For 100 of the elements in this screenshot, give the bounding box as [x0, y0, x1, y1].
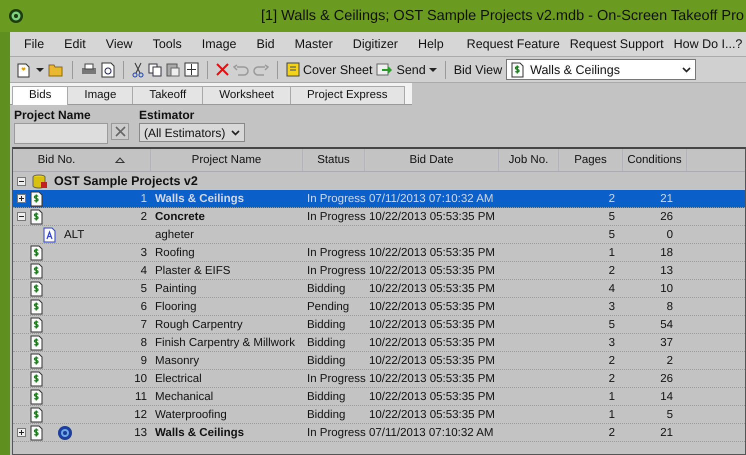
menu-item[interactable]: Tools: [142, 37, 192, 51]
bid-row[interactable]: 2 Concrete In Progress 10/22/2013 05:53:35 PM 5 26: [13, 208, 745, 226]
conditions-cell-text: 18: [659, 246, 674, 258]
bid-date-cell-text: 10/22/2013 05:53:35 PM: [368, 372, 496, 384]
bid-row[interactable]: 1 Walls & Ceilings In Progress 07/11/2013 07:10:32 AM 2 21: [13, 190, 745, 208]
bid-row[interactable]: 3 Roofing In Progress 10/22/2013 05:53:35 PM 1 18: [13, 244, 745, 262]
expand-icon[interactable]: [17, 428, 26, 437]
help-menu-link[interactable]: How Do I...?: [668, 37, 746, 51]
project-name-field[interactable]: [14, 123, 108, 144]
bid-date-cell-text: 10/22/2013 05:53:35 PM: [368, 336, 496, 348]
bid-number: 5: [140, 282, 148, 294]
pages-cell-text: 5: [608, 318, 616, 330]
bid-number: 4: [140, 264, 148, 276]
project-name-cell-text: Walls & Ceilings: [154, 426, 246, 438]
dollar-document-icon: [30, 244, 43, 260]
project-name-cell-text: Roofing: [154, 246, 196, 258]
tab[interactable]: Takeoff: [132, 86, 204, 104]
pages-cell-text: 1: [608, 246, 616, 258]
column-header[interactable]: Job No.: [499, 149, 559, 171]
menu-item[interactable]: View: [96, 37, 143, 51]
bid-number: 11: [135, 390, 148, 402]
menu-item[interactable]: File: [14, 37, 54, 51]
bid-row[interactable]: 5 Painting Bidding 10/22/2013 05:53:35 PM 4 10: [13, 280, 745, 298]
conditions-cell-text: 54: [659, 318, 674, 330]
bid-row[interactable]: 11 Mechanical Bidding 10/22/2013 05:53:35 PM 1 14: [13, 388, 745, 406]
new-document-icon[interactable]: [16, 62, 32, 78]
conditions-cell-text: 37: [659, 336, 674, 348]
dollar-document-icon: [30, 424, 43, 440]
caret-icon[interactable]: [36, 66, 44, 72]
send-arrow-icon: [376, 62, 394, 77]
column-header[interactable]: Pages: [559, 149, 623, 171]
collapse-icon[interactable]: [17, 176, 26, 186]
pages-cell-text: 2: [608, 372, 616, 384]
help-menu-link[interactable]: Request Feature: [462, 37, 565, 51]
status-cell-text: Bidding: [306, 282, 346, 294]
conditions-cell-text: 5: [666, 408, 674, 420]
copy-icon[interactable]: [148, 62, 162, 76]
scissors-icon[interactable]: [132, 62, 144, 78]
printer-icon[interactable]: [81, 62, 97, 76]
project-name-cell-text: Electrical: [154, 372, 203, 384]
status-cell-text: Bidding: [306, 408, 346, 420]
column-header[interactable]: Bid Date: [365, 149, 499, 171]
bid-number: 10: [134, 372, 148, 384]
bid-row[interactable]: 8 Finish Carpentry & Millwork Bidding 10/22/2013 05:53:35 PM 3 37: [13, 334, 745, 352]
column-header[interactable]: Project Name: [151, 149, 303, 171]
bid-row[interactable]: 7 Rough Carpentry Bidding 10/22/2013 05:53:35 PM 5 54: [13, 316, 745, 334]
tab[interactable]: Image: [67, 86, 134, 104]
pages-cell-text: 5: [608, 228, 616, 240]
close-icon: [114, 126, 126, 137]
bid-row[interactable]: 9 Masonry Bidding 10/22/2013 05:53:35 PM 2 2: [13, 352, 745, 370]
alternate-document-icon: [43, 226, 56, 242]
column-header[interactable]: Status: [303, 149, 365, 171]
print-preview-icon[interactable]: [101, 62, 115, 78]
status-cell-text: In Progress: [306, 426, 365, 438]
dollar-document-icon: [30, 262, 43, 278]
clear-button[interactable]: [111, 123, 129, 140]
dollar-document-icon: [30, 208, 43, 224]
dollar-document-icon: [30, 388, 43, 404]
expand-icon[interactable]: [17, 194, 26, 203]
pages-cell-text: 1: [608, 408, 616, 420]
bid-row[interactable]: ALT agheter 5 0: [13, 226, 745, 244]
menu-item[interactable]: Help: [408, 37, 454, 51]
pages-cell-text: 2: [608, 354, 616, 366]
dollar-document-icon: [30, 280, 43, 296]
project-name-cell-text: Concrete: [154, 210, 206, 222]
project-name-cell-text: Rough Carpentry: [154, 318, 244, 330]
send-button[interactable]: Send: [376, 62, 437, 77]
bid-row[interactable]: 12 Waterproofing Bidding 10/22/2013 05:53:35 PM 1 5: [13, 406, 745, 424]
bid-date-cell-text: 10/22/2013 05:53:35 PM: [368, 282, 496, 294]
bid-number: 3: [140, 246, 148, 258]
conditions-cell-text: 14: [659, 390, 674, 402]
column-header[interactable]: Bid No.: [13, 149, 151, 171]
tab[interactable]: Project Express: [290, 86, 405, 104]
collapse-icon[interactable]: [17, 212, 26, 221]
menu-item[interactable]: Edit: [54, 37, 96, 51]
menu-item[interactable]: Digitizer: [342, 37, 408, 51]
menu-item[interactable]: Master: [284, 37, 343, 51]
column-header[interactable]: Conditions: [623, 149, 687, 171]
menu-item[interactable]: Image: [192, 37, 247, 51]
cover-sheet-button[interactable]: Cover Sheet: [286, 62, 372, 77]
paste-icon[interactable]: [166, 62, 180, 77]
bid-row[interactable]: 6 Flooring Pending 10/22/2013 05:53:35 PM 3 8: [13, 298, 745, 316]
pages-cell-text: 1: [608, 390, 616, 402]
tab[interactable]: Worksheet: [202, 86, 291, 104]
bid-row[interactable]: 10 Electrical In Progress 10/22/2013 05:53:35 PM 2 26: [13, 370, 745, 388]
group-name: OST Sample Projects v2: [54, 174, 198, 188]
tab[interactable]: Bids: [12, 86, 68, 105]
bid-view-dropdown[interactable]: Walls & Ceilings: [506, 59, 696, 80]
menu-item[interactable]: Bid: [246, 37, 285, 51]
status-cell-text: In Progress: [306, 246, 365, 258]
database-icon: [32, 174, 48, 188]
bid-row[interactable]: 13 Walls & Ceilings In Progress 07/11/2013 07:10:32 AM 2 21: [13, 424, 745, 442]
conditions-cell-text: 2: [666, 354, 674, 366]
help-menu-link[interactable]: Request Support: [564, 37, 669, 51]
dollar-document-icon: [30, 406, 43, 422]
caret-icon: [428, 66, 437, 72]
estimator-dropdown[interactable]: (All Estimators): [139, 123, 246, 142]
delete-icon[interactable]: [216, 63, 229, 76]
conditions-cell-text: 10: [659, 282, 674, 294]
bid-row[interactable]: 4 Plaster & EIFS In Progress 10/22/2013 05:53:35 PM 2 13: [13, 262, 745, 280]
